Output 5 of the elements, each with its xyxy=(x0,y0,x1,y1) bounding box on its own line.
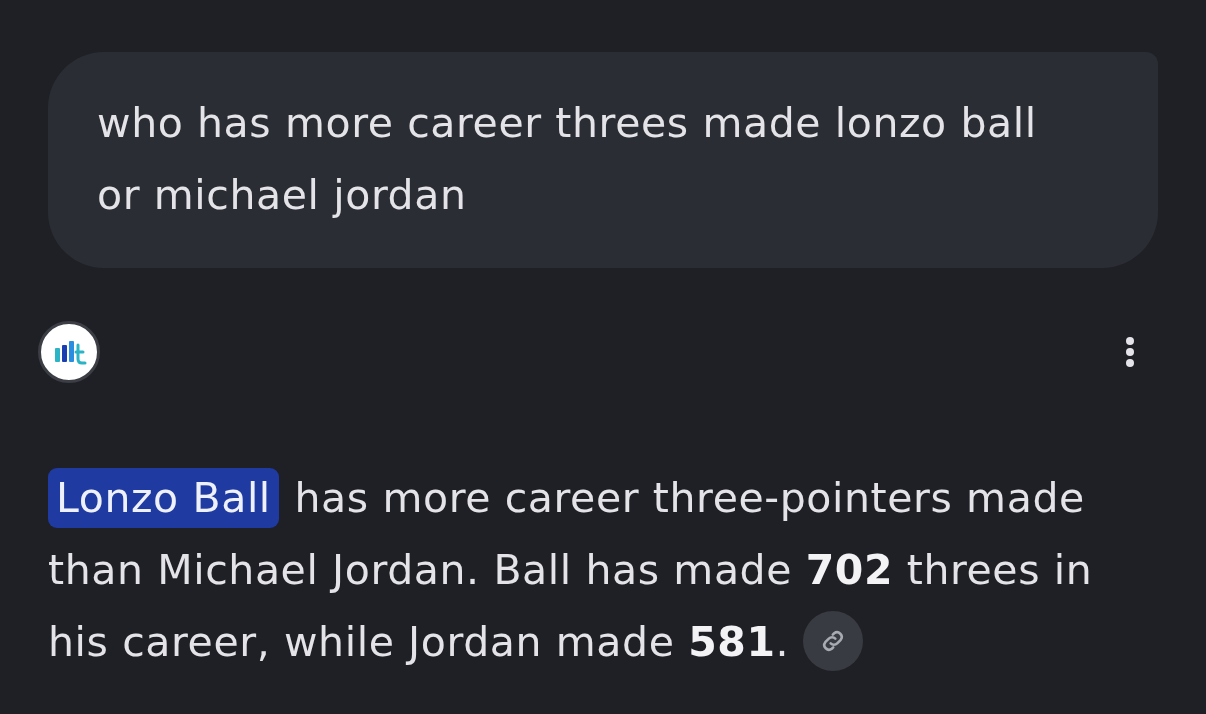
query-text: who has more career threes made lonzo ball or michael jordan xyxy=(97,98,1038,221)
chart-logo-icon xyxy=(38,321,100,383)
more-options-icon[interactable] xyxy=(1125,336,1135,368)
highlighted-text: Lonzo Ball xyxy=(48,468,279,528)
answer-text: Lonzo Ball has more career three-pointers made than Michael Jordan. Ball has made 702 threes in his career, while Jordan made 581. xyxy=(48,462,1158,678)
